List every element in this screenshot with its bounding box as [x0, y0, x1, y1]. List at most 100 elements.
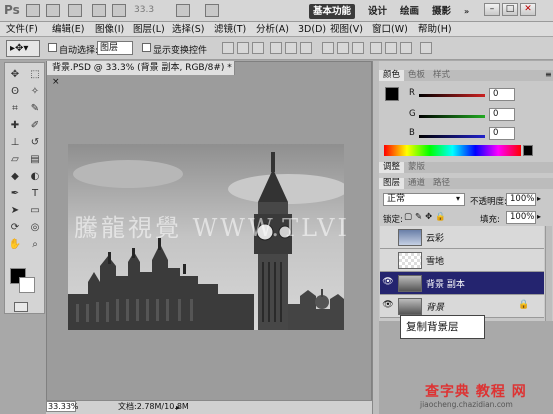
channel-r-value[interactable]: 0 [489, 88, 515, 101]
workspace-design[interactable]: 设计 [364, 4, 391, 19]
menu-select[interactable]: 选择(S) [172, 23, 204, 36]
screen-mode-icon[interactable] [205, 4, 219, 17]
distribute-top-icon[interactable] [322, 42, 334, 54]
quick-mask-icon[interactable] [14, 302, 28, 312]
layer-row-background-copy[interactable]: 👁 背景 副本 [380, 272, 544, 295]
color-spectrum-ramp[interactable] [384, 145, 521, 156]
tab-styles[interactable]: 样式 [429, 70, 454, 81]
auto-select-checkbox[interactable] [48, 43, 57, 52]
clone-stamp-icon[interactable]: ⊥ [7, 135, 23, 150]
marquee-tool-icon[interactable]: ⬚ [27, 67, 43, 82]
channel-b-value[interactable]: 0 [489, 127, 515, 140]
menu-analysis[interactable]: 分析(A) [256, 23, 289, 36]
blend-mode-dropdown[interactable]: 正常 [383, 193, 465, 206]
close-icon[interactable]: ✕ [520, 3, 536, 16]
eyedropper-icon[interactable]: ✎ [27, 101, 43, 116]
maximize-icon[interactable]: □ [502, 3, 518, 16]
menu-view[interactable]: 视图(V) [330, 23, 363, 36]
menu-help[interactable]: 帮助(H) [418, 23, 452, 36]
tab-channels[interactable]: 通道 [404, 178, 429, 189]
distribute-hcenter-icon[interactable] [385, 42, 397, 54]
menu-3d[interactable]: 3D(D) [298, 23, 326, 36]
menu-window[interactable]: 窗口(W) [372, 23, 408, 36]
opacity-field[interactable]: 100% [506, 193, 536, 206]
channel-g-value[interactable]: 0 [489, 108, 515, 121]
align-bottom-icon[interactable] [252, 42, 264, 54]
align-hcenter-icon[interactable] [285, 42, 297, 54]
minimize-icon[interactable]: – [484, 3, 500, 16]
align-right-icon[interactable] [300, 42, 312, 54]
visibility-eye-icon[interactable] [382, 231, 394, 243]
panel-collapse-strip[interactable] [372, 61, 379, 414]
panel-menu-icon[interactable]: ≡ [545, 70, 552, 79]
tab-adjustments[interactable]: 调整 [379, 162, 405, 173]
hand-tool-icon[interactable] [92, 4, 106, 17]
tab-swatches[interactable]: 色板 [404, 70, 429, 81]
align-top-icon[interactable] [222, 42, 234, 54]
zoom-tool-icon[interactable]: ⌕ [27, 237, 43, 252]
tab-color[interactable]: 颜色 [379, 70, 405, 81]
auto-select-target-dropdown[interactable]: 图层 [97, 41, 133, 55]
menu-filter[interactable]: 滤镜(T) [214, 23, 246, 36]
tab-layers[interactable]: 图层 [379, 178, 405, 189]
status-menu-arrow-icon[interactable]: ▸ [176, 403, 180, 412]
workspace-photography[interactable]: 摄影 [428, 4, 455, 19]
path-selection-icon[interactable]: ➤ [7, 203, 23, 218]
menu-edit[interactable]: 编辑(E) [52, 23, 84, 36]
history-brush-icon[interactable]: ↺ [27, 135, 43, 150]
channel-g-slider[interactable] [419, 115, 485, 118]
mini-bridge-icon[interactable] [46, 4, 60, 17]
visibility-eye-icon[interactable]: 👁 [382, 277, 394, 289]
crop-tool-icon[interactable]: ⌗ [7, 101, 23, 116]
fill-field[interactable]: 100% [506, 211, 536, 224]
menu-layer[interactable]: 图层(L) [133, 23, 165, 36]
3d-rotate-icon[interactable]: ⟳ [7, 220, 23, 235]
align-left-icon[interactable] [270, 42, 282, 54]
layers-scrollbar[interactable] [545, 226, 552, 321]
move-tool-icon[interactable]: ✥ [7, 67, 23, 82]
bridge-icon[interactable] [26, 4, 40, 17]
magic-wand-icon[interactable]: ✧ [27, 84, 43, 99]
blur-tool-icon[interactable]: ◆ [7, 169, 23, 184]
distribute-bottom-icon[interactable] [352, 42, 364, 54]
spectrum-black-swatch[interactable] [523, 145, 533, 156]
opacity-chevron-icon[interactable]: ▸ [537, 194, 541, 203]
healing-brush-icon[interactable]: ✚ [7, 118, 23, 133]
channel-r-slider[interactable] [419, 94, 485, 97]
3d-orbit-icon[interactable]: ◎ [27, 220, 43, 235]
lasso-tool-icon[interactable]: ʘ [7, 84, 23, 99]
visibility-eye-icon[interactable]: 👁 [382, 300, 394, 312]
tab-masks[interactable]: 蒙版 [404, 162, 429, 173]
tool-preset-picker[interactable]: ▸✥▾ [6, 40, 40, 57]
brush-tool-icon[interactable]: ✐ [27, 118, 43, 133]
background-color-swatch[interactable] [19, 277, 35, 293]
gradient-tool-icon[interactable]: ▤ [27, 152, 43, 167]
panel-foreground-swatch[interactable] [385, 87, 399, 101]
distribute-left-icon[interactable] [370, 42, 382, 54]
document-tab[interactable]: 背景.PSD @ 33.3% (背景 副本, RGB/8#) * × [47, 61, 235, 87]
layer-row-snow[interactable]: 雪地 [380, 249, 544, 272]
shape-tool-icon[interactable]: ▭ [27, 203, 43, 218]
layer-row-clouds[interactable]: 云彩 [380, 226, 544, 249]
hand-tool-icon[interactable]: ✋ [7, 237, 23, 252]
type-tool-icon[interactable]: T [27, 186, 43, 201]
eraser-icon[interactable]: ▱ [7, 152, 23, 167]
view-extras-icon[interactable] [68, 4, 82, 17]
menu-file[interactable]: 文件(F) [6, 23, 38, 36]
pen-tool-icon[interactable]: ✒ [7, 186, 23, 201]
show-transform-checkbox[interactable] [142, 43, 151, 52]
channel-b-slider[interactable] [419, 135, 485, 138]
menu-image[interactable]: 图像(I) [95, 23, 124, 36]
zoom-level[interactable]: 33.3 [134, 5, 154, 15]
workspace-basic[interactable]: 基本功能 [309, 4, 356, 19]
zoom-tool-icon[interactable] [112, 4, 126, 17]
lock-icons[interactable]: ▢✎✥🔒 [404, 212, 449, 222]
align-vcenter-icon[interactable] [237, 42, 249, 54]
distribute-right-icon[interactable] [400, 42, 412, 54]
workspace-painting[interactable]: 绘画 [396, 4, 423, 19]
status-zoom-field[interactable]: 33.33% [46, 401, 79, 412]
more-workspaces-icon[interactable]: » [460, 4, 473, 19]
tab-paths[interactable]: 路径 [429, 178, 454, 189]
visibility-eye-icon[interactable] [382, 254, 394, 266]
distribute-vcenter-icon[interactable] [337, 42, 349, 54]
